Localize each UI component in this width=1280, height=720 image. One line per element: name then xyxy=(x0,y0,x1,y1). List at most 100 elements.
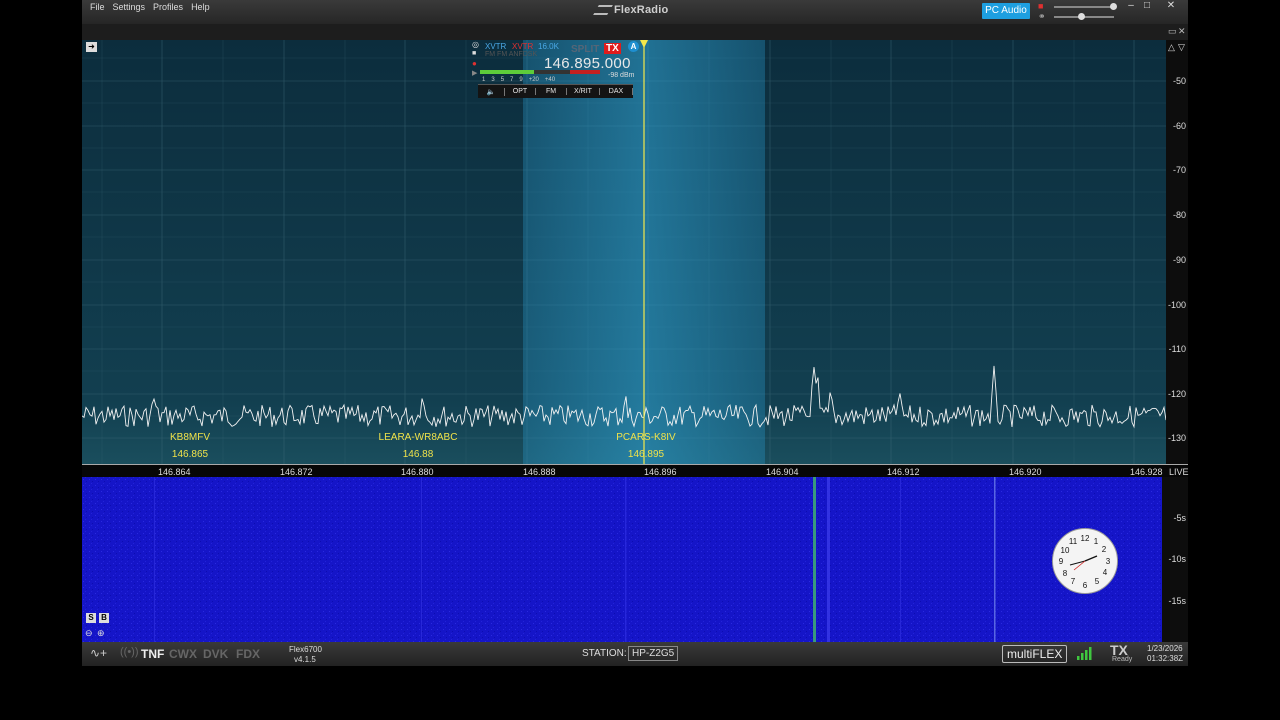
db-scale[interactable]: △ ▽ -50 -60 -70 -80 -90 -100 -110 -120 -… xyxy=(1166,40,1188,464)
clock-number: 7 xyxy=(1071,577,1076,586)
spots-s-button[interactable]: S xyxy=(86,613,96,623)
maximize-button[interactable]: □ xyxy=(1136,0,1158,14)
radio-model: Flex6700 xyxy=(289,645,322,654)
s-meter-fill xyxy=(480,70,534,74)
spot-frequency: 146.895 xyxy=(627,449,665,460)
s-meter-tick: +40 xyxy=(544,77,556,83)
s-meter-tick: +20 xyxy=(528,77,539,83)
panadapter-title-bar: ▭ ✕ xyxy=(82,24,1188,40)
clock-number: 1 xyxy=(1094,537,1099,546)
pc-audio-button[interactable]: PC Audio xyxy=(982,3,1030,19)
tx-slice-button[interactable]: TX xyxy=(604,43,621,54)
db-tick: -60 xyxy=(1172,121,1186,131)
flexradio-logo: FlexRadio xyxy=(593,4,669,16)
spot-pcars-k8iv[interactable]: PCARS-K8IV 146.895 xyxy=(596,432,696,460)
slice-tab-bar: 🔈 OPT FM X/RIT DAX xyxy=(478,84,633,98)
s-meter xyxy=(480,70,600,74)
menu-bar: File Settings Profiles Help xyxy=(90,2,210,12)
clock-number: 10 xyxy=(1061,546,1070,555)
rx-antenna-label[interactable]: XVTR xyxy=(485,42,506,51)
scale-down-icon[interactable]: ▽ xyxy=(1178,42,1185,53)
clock-number: 11 xyxy=(1069,537,1078,546)
spot-frequency: 146.88 xyxy=(402,449,434,460)
pan-restore-icon[interactable]: ▭ xyxy=(1168,26,1177,37)
wireless-icon[interactable]: ((•)) xyxy=(120,646,139,658)
band-b-button[interactable]: B xyxy=(99,613,109,623)
frequency-axis[interactable]: 146.864 146.872 146.880 146.888 146.896 … xyxy=(82,464,1189,478)
multiflex-button[interactable]: multiFLEX xyxy=(1002,645,1068,663)
clock-number: 5 xyxy=(1095,577,1100,586)
spot-leara-wr8abc[interactable]: LEARA-WR8ABC 146.88 xyxy=(368,432,468,460)
waveform-icon[interactable]: ∿+ xyxy=(90,646,107,660)
freq-tick: 146.880 xyxy=(401,467,434,477)
db-tick: -130 xyxy=(1167,433,1186,443)
slider-knob[interactable] xyxy=(1078,13,1085,20)
cwx-button[interactable]: CWX xyxy=(169,647,197,661)
spot-callsign: PCARS-K8IV xyxy=(616,432,676,443)
split-button[interactable]: SPLIT xyxy=(571,44,599,55)
headphone-icon[interactable]: ⚭ xyxy=(1038,11,1046,22)
freq-tick: 146.912 xyxy=(887,467,920,477)
clock-number: 9 xyxy=(1059,557,1064,566)
tab-fm[interactable]: FM xyxy=(536,88,567,95)
tab-dax[interactable]: DAX xyxy=(600,88,633,95)
waterfall[interactable] xyxy=(82,477,1162,642)
clock-number: 12 xyxy=(1081,534,1090,543)
clock-number: 4 xyxy=(1103,568,1108,577)
s-meter-tick: 3 xyxy=(491,77,495,83)
pan-controls-toggle-icon[interactable]: ➜ xyxy=(86,42,97,52)
lock-icon[interactable]: ■ xyxy=(472,50,476,57)
menu-file[interactable]: File xyxy=(90,2,105,12)
menu-settings[interactable]: Settings xyxy=(113,2,146,12)
line-out-volume-slider[interactable] xyxy=(1054,3,1117,10)
station-name[interactable]: HP-Z2G5 xyxy=(628,646,679,661)
clock-number: 6 xyxy=(1083,581,1088,590)
utc-date: 1/23/2026 xyxy=(1147,644,1183,653)
tab-opt[interactable]: OPT xyxy=(505,88,536,95)
slice-letter-badge[interactable]: A xyxy=(628,41,639,52)
title-bar: File Settings Profiles Help FlexRadio PC… xyxy=(82,0,1188,24)
tx-antenna-label[interactable]: XVTR xyxy=(512,42,533,51)
dvk-button[interactable]: DVK xyxy=(203,647,228,661)
close-button[interactable]: ✕ xyxy=(1160,0,1182,14)
slider-knob[interactable] xyxy=(1110,3,1117,10)
spot-kb8mfv[interactable]: KB8MFV 146.865 xyxy=(140,432,240,460)
menu-help[interactable]: Help xyxy=(191,2,210,12)
signal-level-readout: -98 dBm xyxy=(608,72,635,79)
clock-number: 3 xyxy=(1106,557,1111,566)
filter-width-label[interactable]: 16.0K xyxy=(538,42,559,51)
panadapter[interactable]: KB8MFV 146.865 LEARA-WR8ABC 146.88 PCARS… xyxy=(82,40,1166,464)
spot-callsign: LEARA-WR8ABC xyxy=(378,432,458,443)
s-meter-tick: 9 xyxy=(519,77,523,83)
freq-tick: 146.928 xyxy=(1130,467,1163,477)
tnf-button[interactable]: TNF xyxy=(141,647,164,661)
time-tick: -15s xyxy=(1168,596,1186,606)
time-tick: -10s xyxy=(1168,554,1186,564)
tab-xrit[interactable]: X/RIT xyxy=(567,88,600,95)
db-tick: -110 xyxy=(1168,344,1186,354)
db-tick: -80 xyxy=(1172,210,1186,220)
s-meter-scale: 1 3 5 7 9 +20 +40 xyxy=(482,77,555,83)
menu-profiles[interactable]: Profiles xyxy=(153,2,183,12)
play-icon[interactable]: ▶ xyxy=(472,69,477,77)
s-meter-tick: 7 xyxy=(510,77,514,83)
antenna-icon[interactable]: ◎ xyxy=(472,40,479,49)
clock-number: 8 xyxy=(1063,569,1068,578)
scale-up-icon[interactable]: △ xyxy=(1168,42,1175,53)
record-icon[interactable]: ● xyxy=(472,59,477,68)
freq-tick: 146.864 xyxy=(158,467,191,477)
clock-face: 12 1 2 3 4 5 6 7 8 9 10 11 xyxy=(1059,534,1111,590)
headphone-volume-slider[interactable] xyxy=(1054,13,1114,20)
fdx-button[interactable]: FDX xyxy=(236,647,260,661)
audio-tab-speaker-icon[interactable]: 🔈 xyxy=(478,87,505,96)
zoom-out-icon[interactable]: ⊖ xyxy=(85,628,93,639)
db-tick: -120 xyxy=(1167,389,1186,399)
speaker-muted-icon[interactable]: ■ xyxy=(1038,1,1043,11)
brand-text: FlexRadio xyxy=(614,4,669,16)
pan-close-icon[interactable]: ✕ xyxy=(1178,26,1186,37)
freq-tick: 146.872 xyxy=(280,467,313,477)
zoom-in-icon[interactable]: ⊕ xyxy=(97,628,105,639)
db-tick: -50 xyxy=(1172,76,1186,86)
freq-tick: 146.920 xyxy=(1009,467,1042,477)
waterfall-time-scale: -5s -10s -15s xyxy=(1162,477,1188,642)
